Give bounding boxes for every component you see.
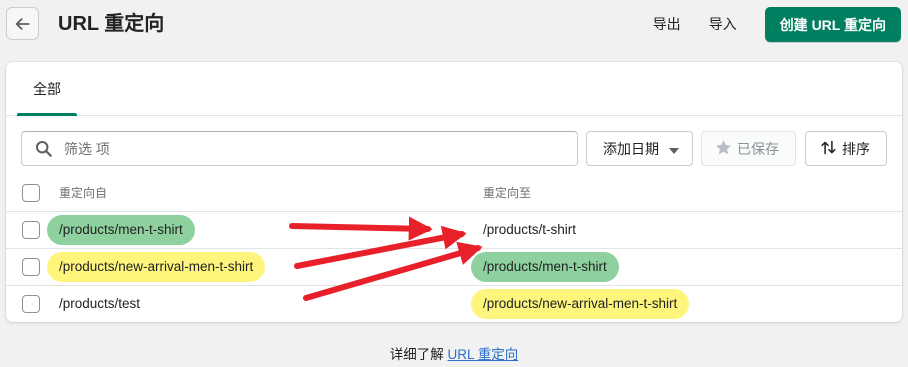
search-icon	[34, 139, 54, 159]
footer-text: 详细了解	[389, 347, 444, 362]
column-header-from: 重定向自	[59, 186, 108, 200]
redirect-to-path: /products/men-t-shirt	[471, 252, 619, 282]
redirect-from-path: /products/test	[59, 296, 141, 311]
date-added-label: 添加日期	[603, 140, 659, 157]
export-button[interactable]: 导出	[639, 7, 695, 42]
back-button[interactable]	[6, 7, 39, 40]
redirect-to-path: /products/new-arrival-men-t-shirt	[471, 289, 690, 319]
search-field[interactable]	[21, 131, 578, 166]
column-header-to: 重定向至	[483, 186, 532, 200]
redirect-to-cell: /products/new-arrival-men-t-shirt	[471, 286, 690, 322]
filter-row: 添加日期 已保存 排序	[21, 131, 887, 166]
table-row[interactable]: /products/test /products/new-arrival-men…	[6, 286, 902, 322]
tab-active-indicator	[17, 113, 77, 116]
redirect-from-path: /products/men-t-shirt	[47, 215, 195, 245]
page-title: URL 重定向	[58, 13, 165, 35]
caret-down-icon	[669, 141, 679, 157]
search-input[interactable]	[62, 139, 546, 158]
redirect-to-path: /products/t-shirt	[483, 222, 577, 237]
sort-label: 排序	[842, 140, 870, 157]
header-actions: 导出 导入 创建 URL 重定向	[639, 7, 901, 42]
redirects-card: 全部 添加日期 已保存	[6, 62, 902, 322]
tab-all[interactable]: 全部	[17, 62, 77, 115]
redirect-from-cell: /products/new-arrival-men-t-shirt	[47, 249, 266, 285]
redirect-from-path: /products/new-arrival-men-t-shirt	[47, 252, 266, 282]
arrow-left-icon	[14, 17, 29, 30]
sort-button[interactable]: 排序	[805, 131, 887, 166]
redirect-from-cell: /products/men-t-shirt	[47, 212, 195, 248]
table-header: 重定向自 重定向至	[6, 175, 902, 212]
redirect-to-cell: /products/t-shirt	[471, 212, 588, 248]
create-redirect-button[interactable]: 创建 URL 重定向	[764, 7, 901, 42]
saved-button[interactable]: 已保存	[701, 131, 796, 166]
row-checkbox[interactable]	[22, 221, 40, 239]
table-row[interactable]: /products/new-arrival-men-t-shirt /produ…	[6, 249, 902, 286]
tab-bar: 全部	[6, 62, 902, 116]
saved-label: 已保存	[737, 140, 779, 157]
date-added-button[interactable]: 添加日期	[586, 131, 693, 166]
redirect-to-cell: /products/men-t-shirt	[471, 249, 619, 285]
table-row[interactable]: /products/men-t-shirt /products/t-shirt	[6, 212, 902, 249]
star-icon	[715, 139, 732, 159]
row-checkbox[interactable]	[22, 295, 40, 313]
redirect-from-cell: /products/test	[47, 286, 152, 322]
learn-more-link[interactable]: URL 重定向	[448, 347, 519, 362]
sort-icon	[820, 139, 837, 159]
select-all-checkbox[interactable]	[22, 184, 40, 202]
row-checkbox[interactable]	[22, 258, 40, 276]
footer-help: 详细了解 URL 重定向	[0, 343, 908, 363]
redirects-table: 重定向自 重定向至 /products/men-t-shirt /product…	[6, 175, 902, 322]
import-button[interactable]: 导入	[695, 7, 751, 42]
